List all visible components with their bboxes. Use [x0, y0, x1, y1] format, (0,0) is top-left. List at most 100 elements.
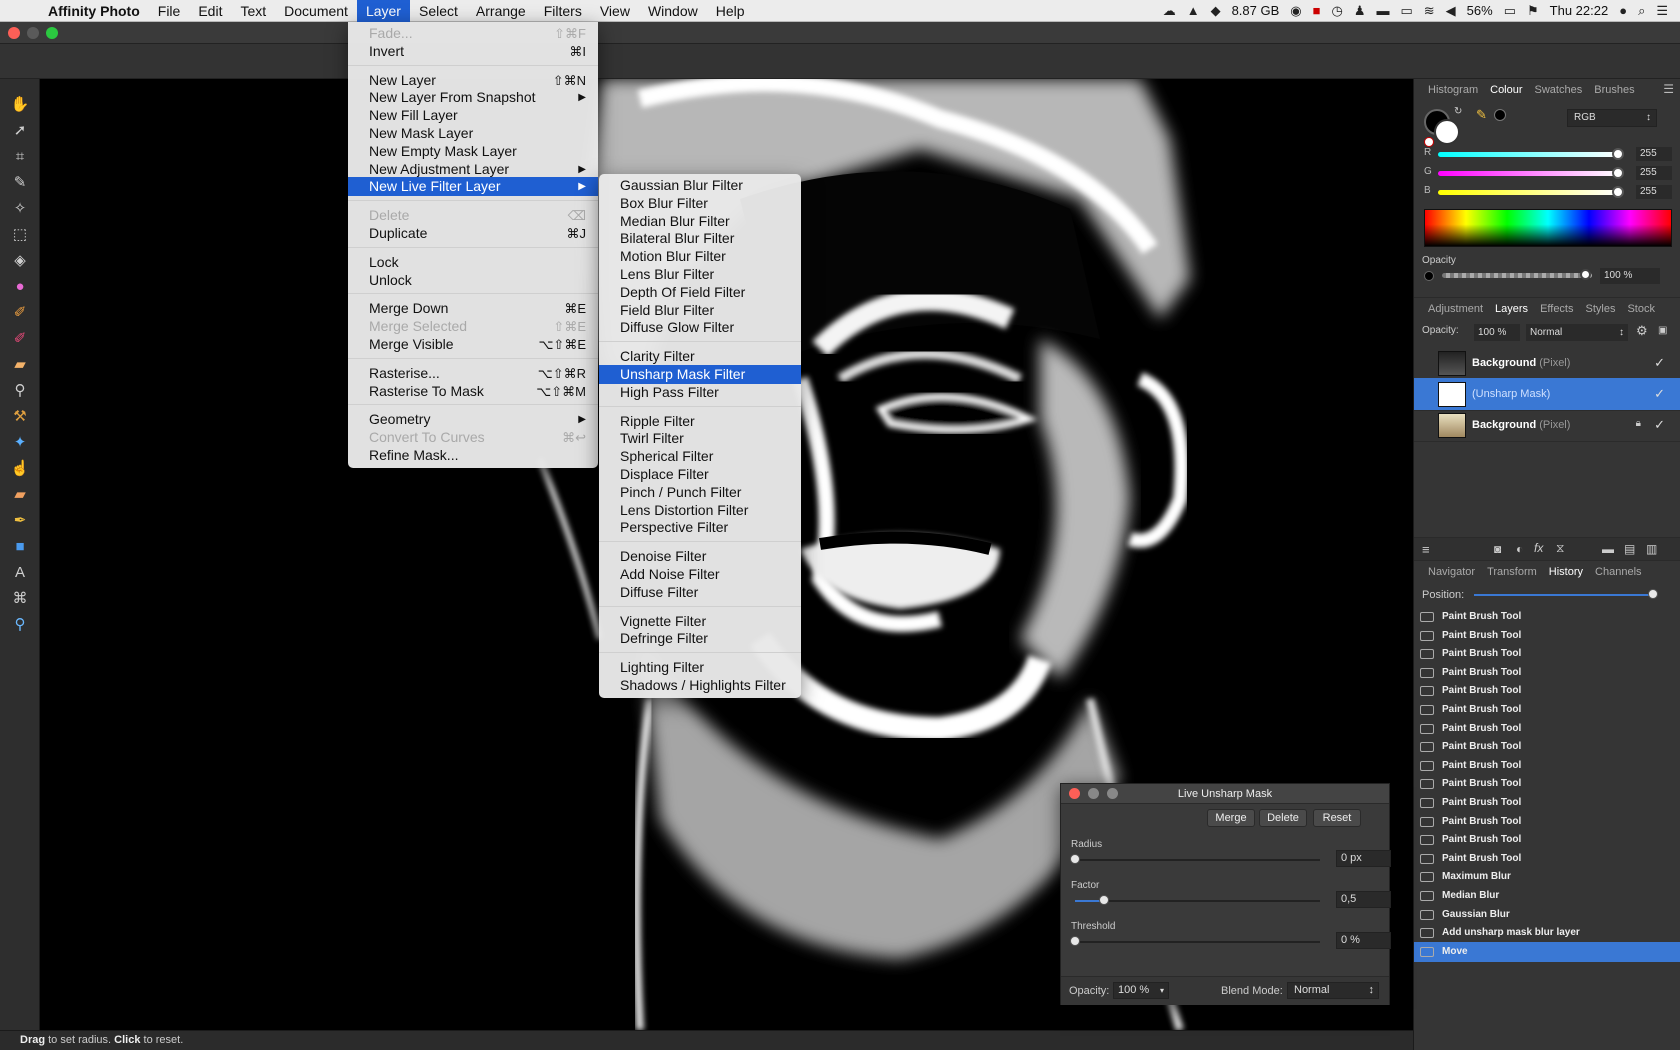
- merge-button[interactable]: Merge: [1207, 809, 1255, 827]
- disk-space[interactable]: 8.87 GB: [1232, 3, 1280, 18]
- reset-button[interactable]: Reset: [1313, 809, 1361, 827]
- menu-item-lens-blur-filter[interactable]: Lens Blur Filter: [599, 265, 801, 284]
- menu-item-perspective-filter[interactable]: Perspective Filter: [599, 518, 801, 537]
- menu-item-lock[interactable]: Lock: [348, 253, 598, 272]
- layer-row[interactable]: Background (Pixel) ✓: [1414, 347, 1680, 380]
- menu-item-lighting-filter[interactable]: Lighting Filter: [599, 658, 801, 677]
- slider-value-field[interactable]: 0,5: [1336, 891, 1391, 908]
- spotlight-icon[interactable]: ⌕: [1638, 3, 1645, 19]
- battery-percent[interactable]: 56%: [1467, 3, 1493, 18]
- menu-view[interactable]: View: [591, 0, 639, 22]
- threshold-slider[interactable]: Threshold 0 %: [1070, 921, 1391, 957]
- airplay-icon[interactable]: ▭: [1400, 3, 1412, 19]
- channel-value[interactable]: 255: [1636, 147, 1672, 161]
- slider-track[interactable]: [1075, 941, 1320, 943]
- opacity-value[interactable]: 100 %: [1600, 268, 1660, 284]
- menu-item-new-mask-layer[interactable]: New Mask Layer: [348, 124, 598, 143]
- eye-icon[interactable]: ◉: [1290, 3, 1301, 19]
- dialog-zoom-button[interactable]: [1107, 788, 1118, 799]
- swap-colours-icon[interactable]: ↻: [1454, 106, 1462, 117]
- slider-track[interactable]: [1075, 900, 1320, 902]
- lock-icon[interactable]: ▣: [1658, 325, 1667, 336]
- hand-tool-icon[interactable]: ✋: [8, 93, 32, 115]
- history-item[interactable]: Paint Brush Tool: [1414, 719, 1680, 739]
- warning-icon[interactable]: ▲: [1187, 3, 1200, 18]
- history-item[interactable]: Maximum Blur: [1414, 867, 1680, 887]
- tab-brushes[interactable]: Brushes: [1588, 84, 1640, 96]
- menu-item-rasterise-to-mask[interactable]: Rasterise To Mask ⌥⇧⌘M: [348, 382, 598, 401]
- pen-tool-icon[interactable]: ✒: [8, 509, 32, 531]
- adjustment-icon[interactable]: ◐: [1516, 542, 1523, 556]
- eraser-icon[interactable]: ▰: [8, 353, 32, 375]
- opacity-slider[interactable]: [1442, 273, 1592, 278]
- radius-slider[interactable]: Radius 0 px: [1070, 839, 1391, 875]
- menu-select[interactable]: Select: [410, 0, 467, 22]
- dodge-tool-icon[interactable]: ⚲: [8, 379, 32, 401]
- slider-value-field[interactable]: 0 px: [1336, 850, 1391, 867]
- patch-tool-icon[interactable]: ▰: [8, 483, 32, 505]
- live-filter-icon[interactable]: ⧖: [1556, 541, 1564, 556]
- layer-opacity-select[interactable]: 100 %: [1474, 324, 1520, 341]
- menu-item-high-pass-filter[interactable]: High Pass Filter: [599, 383, 801, 402]
- menu-item-add-noise-filter[interactable]: Add Noise Filter: [599, 565, 801, 584]
- menu-item-twirl-filter[interactable]: Twirl Filter: [599, 429, 801, 448]
- menu-item-denoise-filter[interactable]: Denoise Filter: [599, 547, 801, 566]
- smudge-tool-icon[interactable]: ☝: [8, 457, 32, 479]
- tab-swatches[interactable]: Swatches: [1529, 84, 1589, 96]
- menu-item-convert-to-curves[interactable]: Convert To Curves ⌘↩: [348, 428, 598, 447]
- menu-text[interactable]: Text: [231, 0, 275, 22]
- lock-icon[interactable]: 🔒︎: [1636, 418, 1641, 429]
- menu-item-vignette-filter[interactable]: Vignette Filter: [599, 612, 801, 631]
- menu-item-geometry[interactable]: Geometry ▶: [348, 410, 598, 429]
- mask-layer-icon[interactable]: ◙: [1494, 542, 1501, 556]
- crop-tool-icon[interactable]: ⌗: [8, 145, 32, 167]
- tab-navigator[interactable]: Navigator: [1422, 566, 1481, 578]
- group-folder-icon[interactable]: ▬: [1602, 542, 1614, 556]
- menu-item-shadows-highlights-filter[interactable]: Shadows / Highlights Filter: [599, 676, 801, 695]
- wifi-icon[interactable]: ≋: [1424, 3, 1435, 19]
- slider-knob[interactable]: [1070, 936, 1080, 946]
- menu-file[interactable]: File: [149, 0, 190, 22]
- selection-brush-icon[interactable]: ✎: [8, 171, 32, 193]
- history-item[interactable]: Median Blur: [1414, 886, 1680, 906]
- menu-item-spherical-filter[interactable]: Spherical Filter: [599, 447, 801, 466]
- visibility-check-icon[interactable]: ✓: [1654, 417, 1665, 433]
- tab-channels[interactable]: Channels: [1589, 566, 1647, 578]
- volume-icon[interactable]: ◀: [1446, 3, 1456, 19]
- dialog-minimize-button[interactable]: [1088, 788, 1099, 799]
- menu-window[interactable]: Window: [639, 0, 707, 22]
- folder-icon[interactable]: ▬: [1376, 3, 1389, 18]
- factor-slider[interactable]: Factor 0,5: [1071, 880, 1391, 916]
- history-item[interactable]: Paint Brush Tool: [1414, 756, 1680, 776]
- menu-item-field-blur-filter[interactable]: Field Blur Filter: [599, 301, 801, 320]
- tab-history[interactable]: History: [1543, 566, 1589, 578]
- menu-edit[interactable]: Edit: [189, 0, 231, 22]
- menu-item-refine-mask[interactable]: Refine Mask...: [348, 446, 598, 465]
- menu-item-diffuse-glow-filter[interactable]: Diffuse Glow Filter: [599, 318, 801, 337]
- user-icon[interactable]: ●: [1619, 3, 1627, 18]
- channel-knob[interactable]: [1612, 148, 1624, 160]
- menu-item-ripple-filter[interactable]: Ripple Filter: [599, 412, 801, 431]
- menu-item-duplicate[interactable]: Duplicate ⌘J: [348, 224, 598, 243]
- history-item[interactable]: Paint Brush Tool: [1414, 849, 1680, 869]
- tab-effects[interactable]: Effects: [1534, 303, 1579, 315]
- history-item[interactable]: Paint Brush Tool: [1414, 830, 1680, 850]
- eyedropper-swatch[interactable]: [1494, 109, 1506, 121]
- history-item[interactable]: Paint Brush Tool: [1414, 793, 1680, 813]
- flood-fill-icon[interactable]: ◈: [8, 249, 32, 271]
- channel-knob[interactable]: [1612, 186, 1624, 198]
- menu-item-motion-blur-filter[interactable]: Motion Blur Filter: [599, 247, 801, 266]
- history-item[interactable]: Paint Brush Tool: [1414, 663, 1680, 683]
- gear-icon[interactable]: ⚙: [1636, 323, 1648, 339]
- menu-item-new-live-filter-layer[interactable]: New Live Filter Layer ▶: [348, 177, 598, 197]
- tab-layers[interactable]: Layers: [1489, 303, 1534, 315]
- menu-item-new-layer[interactable]: New Layer ⇧⌘N: [348, 71, 598, 90]
- move-tool-icon[interactable]: ➚: [8, 119, 32, 141]
- channel-knob[interactable]: [1612, 167, 1624, 179]
- slider-value-field[interactable]: 0 %: [1336, 932, 1391, 949]
- menu-arrange[interactable]: Arrange: [467, 0, 535, 22]
- layers-stack-icon[interactable]: ≡: [1422, 542, 1430, 557]
- menu-item-fade[interactable]: Fade... ⇧⌘F: [348, 24, 598, 43]
- menu-help[interactable]: Help: [707, 0, 754, 22]
- menu-item-new-empty-mask-layer[interactable]: New Empty Mask Layer: [348, 142, 598, 161]
